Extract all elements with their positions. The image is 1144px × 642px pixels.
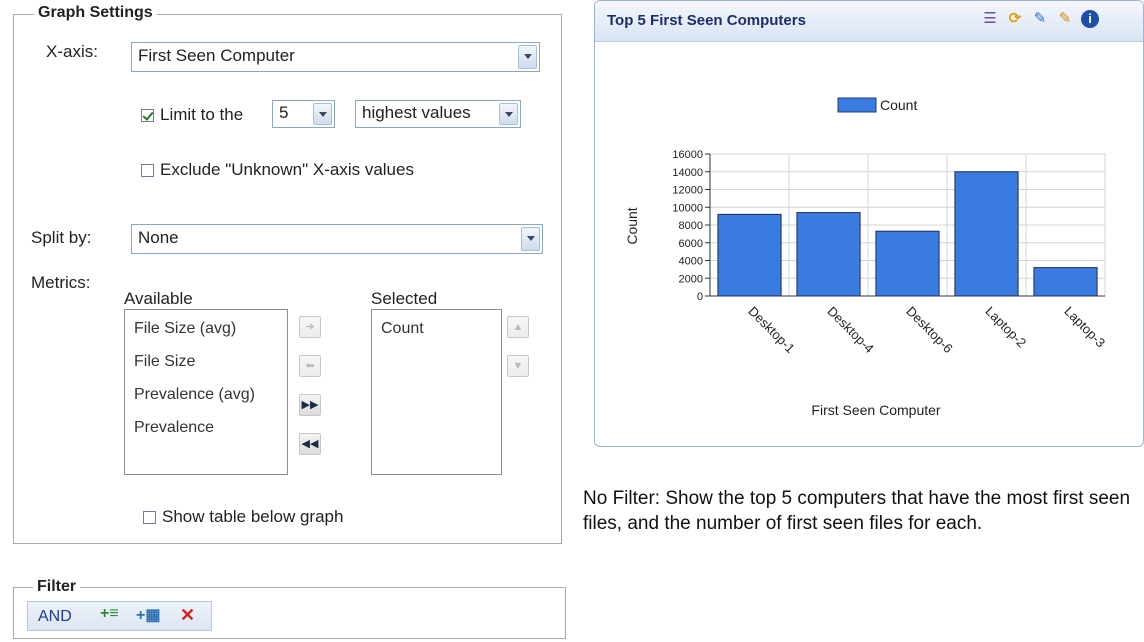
x-axis-title: First Seen Computer bbox=[811, 402, 940, 418]
x-tick-label: Desktop-4 bbox=[824, 304, 877, 357]
add-condition-icon[interactable]: +≡ bbox=[100, 605, 119, 623]
bar bbox=[954, 171, 1019, 297]
y-tick-label: 6000 bbox=[679, 238, 703, 250]
and-label[interactable]: AND bbox=[38, 608, 72, 626]
y-tick-label: 10000 bbox=[672, 202, 703, 214]
y-tick-label: 4000 bbox=[679, 256, 703, 268]
selected-metrics-list[interactable]: Count bbox=[371, 309, 502, 475]
x-tick-label: Desktop-6 bbox=[903, 304, 956, 357]
y-tick-label: 12000 bbox=[672, 185, 703, 197]
panel-title: Top 5 First Seen Computers bbox=[607, 12, 806, 29]
chart-legend: Count bbox=[837, 97, 917, 113]
add-group-icon[interactable]: +▦ bbox=[136, 605, 160, 625]
delete-icon[interactable]: ✕ bbox=[180, 605, 195, 626]
double-right-icon[interactable]: ▶▶ bbox=[299, 394, 321, 416]
bar bbox=[717, 213, 782, 297]
available-label: Available bbox=[124, 289, 193, 308]
limit-mode-select[interactable]: highest values bbox=[355, 100, 521, 128]
x-tick-label: Laptop-2 bbox=[982, 304, 1029, 351]
x-axis-label: X-axis: bbox=[46, 42, 98, 61]
limit-label: Limit to the bbox=[160, 105, 244, 124]
limit-count-select[interactable]: 5 bbox=[272, 100, 335, 128]
chevron-down-icon[interactable] bbox=[521, 227, 540, 251]
bar bbox=[1033, 267, 1098, 297]
bar-chart: Count Count First Seen Computer 0 2000 400… bbox=[624, 97, 1108, 418]
graph-settings-legend: Graph Settings bbox=[34, 4, 157, 22]
y-tick-label: 2000 bbox=[679, 273, 703, 285]
refresh-icon[interactable]: ⟳ bbox=[1005, 9, 1025, 29]
limit-mode-value: highest values bbox=[362, 103, 471, 122]
chevron-down-icon[interactable] bbox=[499, 103, 518, 125]
legend-swatch bbox=[837, 97, 877, 113]
chevron-down-icon[interactable] bbox=[313, 103, 332, 125]
y-tick-label: 0 bbox=[697, 291, 703, 303]
panel-header: Top 5 First Seen Computers ☰ ⟳ ✎ ✎ i bbox=[595, 1, 1143, 42]
list-item[interactable]: Prevalence bbox=[134, 419, 214, 437]
show-table-label: Show table below graph bbox=[162, 507, 344, 526]
available-metrics-list[interactable]: File Size (avg) File Size Prevalence (av… bbox=[124, 309, 288, 475]
bar bbox=[796, 212, 861, 297]
list-item[interactable]: File Size (avg) bbox=[134, 320, 236, 338]
move-down-icon[interactable]: ▼ bbox=[507, 355, 529, 377]
split-by-value: None bbox=[138, 228, 179, 247]
info-icon[interactable]: i bbox=[1081, 10, 1099, 28]
y-tick-label: 8000 bbox=[679, 220, 703, 232]
chevron-down-icon[interactable] bbox=[518, 45, 537, 69]
split-by-label: Split by: bbox=[31, 228, 92, 247]
x-axis-select[interactable]: First Seen Computer bbox=[131, 42, 540, 72]
y-tick-label: 16000 bbox=[672, 149, 703, 161]
y-tick-label: 14000 bbox=[672, 167, 703, 179]
filter-legend: Filter bbox=[33, 578, 81, 596]
filter-toolbar: AND +≡ +▦ ✕ bbox=[27, 601, 212, 631]
x-tick-label: Laptop-3 bbox=[1061, 304, 1108, 351]
notes-icon[interactable]: ✎ bbox=[1055, 9, 1075, 29]
move-up-icon[interactable]: ▲ bbox=[507, 316, 529, 338]
arrow-left-icon[interactable]: ⬅ bbox=[299, 355, 321, 377]
selected-label: Selected bbox=[371, 289, 438, 308]
stack-icon[interactable]: ☰ bbox=[980, 9, 1000, 29]
x-tick-label: Desktop-1 bbox=[745, 304, 798, 357]
exclude-unknown-label: Exclude "Unknown" X-axis values bbox=[160, 160, 414, 179]
limit-checkbox[interactable] bbox=[141, 109, 154, 122]
arrow-right-icon[interactable]: ➜ bbox=[299, 316, 321, 338]
bar bbox=[875, 230, 940, 297]
show-table-checkbox[interactable] bbox=[143, 511, 156, 524]
chart-panel: Top 5 First Seen Computers ☰ ⟳ ✎ ✎ i Cou… bbox=[594, 0, 1144, 447]
x-axis-value: First Seen Computer bbox=[138, 46, 295, 65]
metrics-label: Metrics: bbox=[31, 273, 91, 292]
edit-wand-icon[interactable]: ✎ bbox=[1030, 9, 1050, 29]
list-item[interactable]: Prevalence (avg) bbox=[134, 386, 255, 404]
double-left-icon[interactable]: ◀◀ bbox=[299, 433, 321, 455]
legend-label: Count bbox=[880, 97, 917, 113]
y-axis-title: Count bbox=[624, 207, 640, 244]
limit-count-value: 5 bbox=[279, 103, 289, 122]
description-text: No Filter: Show the top 5 computers that… bbox=[583, 488, 1131, 534]
list-item[interactable]: File Size bbox=[134, 353, 195, 371]
list-item[interactable]: Count bbox=[381, 320, 424, 338]
split-by-select[interactable]: None bbox=[131, 224, 543, 254]
exclude-unknown-checkbox[interactable] bbox=[141, 164, 154, 177]
